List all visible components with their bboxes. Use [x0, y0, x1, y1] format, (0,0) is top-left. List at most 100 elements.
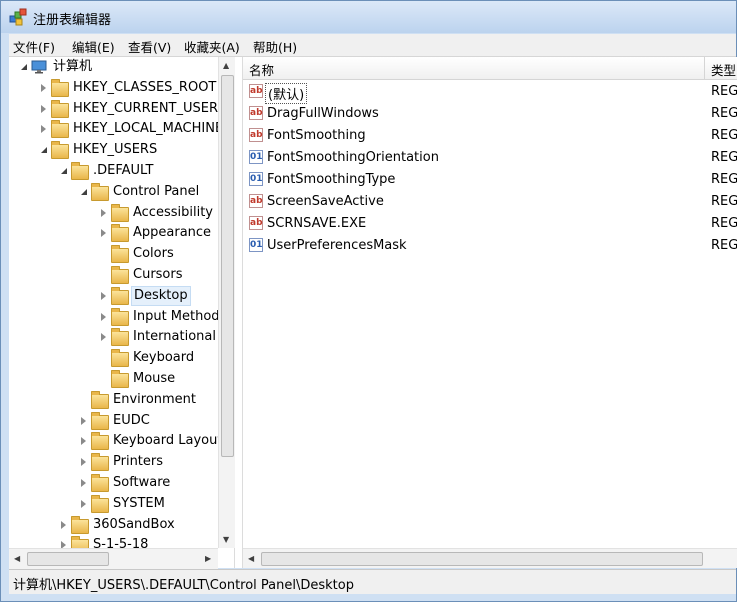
tree-hscroll-thumb[interactable]: [27, 552, 109, 566]
folder-icon: [91, 411, 109, 430]
list-item[interactable]: 01 UserPreferencesMask REG_: [243, 235, 737, 257]
tree-item[interactable]: Printers: [9, 452, 218, 472]
binary-value-icon: 01: [249, 150, 263, 164]
value-type: REG_: [711, 128, 737, 143]
tree-item[interactable]: HKEY_LOCAL_MACHINE: [9, 119, 223, 139]
computer-icon: [31, 60, 47, 74]
menu-item-0[interactable]: 文件(F): [13, 37, 55, 56]
collapse-triangle-icon[interactable]: [81, 188, 87, 195]
value-type: REG_: [711, 172, 737, 187]
tree-horizontal-scrollbar[interactable]: ◀ ▶: [9, 548, 218, 569]
title-bar[interactable]: 注册表编辑器: [1, 1, 736, 33]
menu-item-2[interactable]: 查看(V): [128, 37, 171, 56]
tree-item[interactable]: Keyboard Layout: [9, 431, 222, 451]
collapse-triangle-icon[interactable]: [61, 168, 67, 174]
string-value-icon: ab: [249, 106, 263, 120]
scroll-down-arrow-icon[interactable]: ▼: [223, 535, 229, 544]
collapse-triangle-icon[interactable]: [41, 147, 47, 154]
list-item[interactable]: ab DragFullWindows REG_: [243, 103, 737, 125]
expand-triangle-icon[interactable]: [61, 520, 66, 529]
expand-triangle-icon[interactable]: [41, 104, 46, 113]
folder-icon: [51, 99, 69, 118]
tree-vertical-scrollbar[interactable]: ▲ ▼: [218, 57, 235, 548]
tree-item-label: .DEFAULT: [93, 163, 154, 178]
folder-icon: [71, 515, 89, 534]
expand-triangle-icon[interactable]: [81, 479, 86, 487]
folder-icon: [111, 203, 129, 222]
key-tree-pane[interactable]: 计算机 HKEY_CLASSES_ROOT HKEY_CURRENT_USER HKE…: [9, 57, 235, 568]
value-type: REG_: [711, 238, 737, 253]
list-item[interactable]: ab FontSmoothing REG_: [243, 125, 737, 147]
folder-icon: [91, 474, 109, 492]
expand-triangle-icon[interactable]: [101, 312, 106, 321]
tree-item[interactable]: SYSTEM: [9, 494, 218, 514]
tree-item[interactable]: Input Method: [9, 307, 220, 327]
tree-item-label: 计算机: [53, 59, 93, 74]
tree-item[interactable]: Keyboard: [9, 348, 218, 368]
expand-triangle-icon[interactable]: [101, 333, 106, 342]
tree-item[interactable]: Environment: [9, 390, 218, 410]
tree-item[interactable]: 360SandBox: [9, 515, 218, 535]
expand-triangle-icon[interactable]: [81, 437, 86, 446]
expand-triangle-icon[interactable]: [81, 499, 86, 508]
tree-item[interactable]: Desktop: [9, 285, 218, 306]
tree-item[interactable]: Mouse: [9, 369, 218, 389]
tree-scroll-thumb[interactable]: [221, 75, 234, 457]
value-name: (默认): [265, 83, 308, 104]
expand-triangle-icon[interactable]: [81, 416, 86, 425]
folder-icon: [51, 78, 69, 97]
expand-triangle-icon[interactable]: [41, 83, 46, 92]
scroll-left-arrow-icon[interactable]: ◀: [14, 554, 20, 563]
menu-item-3[interactable]: 收藏夹(A): [184, 37, 240, 56]
column-header-type[interactable]: 类型: [711, 60, 736, 79]
tree-item[interactable]: .DEFAULT: [9, 161, 218, 181]
status-path: 计算机\HKEY_USERS\.DEFAULT\Control Panel\De…: [13, 578, 354, 593]
tree-item[interactable]: Software: [9, 473, 218, 493]
tree-item-label: Printers: [113, 454, 164, 470]
value-name: FontSmoothingOrientation: [267, 150, 439, 165]
expand-triangle-icon[interactable]: [41, 125, 46, 134]
tree-item-label: Cursors: [133, 267, 183, 282]
column-separator[interactable]: [704, 57, 705, 79]
menu-bar: 文件(F) 编辑(E) 查看(V) 收藏夹(A) 帮助(H): [9, 34, 736, 57]
list-item[interactable]: 01 FontSmoothingType REG_: [243, 169, 737, 191]
tree-item[interactable]: Cursors: [9, 265, 218, 285]
tree-item[interactable]: HKEY_CURRENT_USER: [9, 99, 218, 119]
expand-triangle-icon[interactable]: [81, 458, 86, 467]
tree-item[interactable]: International: [9, 327, 218, 347]
menu-item-4[interactable]: 帮助(H): [253, 37, 297, 56]
expand-triangle-icon[interactable]: [101, 208, 106, 217]
column-header-name[interactable]: 名称: [249, 60, 274, 79]
list-hscroll-thumb[interactable]: [261, 552, 703, 566]
list-item[interactable]: ab(默认) REG_: [243, 81, 737, 104]
tree-item[interactable]: HKEY_CLASSES_ROOT: [9, 78, 218, 98]
expand-triangle-icon[interactable]: [101, 291, 106, 300]
value-type: REG_: [711, 84, 737, 99]
scroll-left-arrow-icon[interactable]: ◀: [248, 554, 254, 563]
expand-triangle-icon[interactable]: [101, 229, 106, 238]
folder-icon: [111, 266, 129, 284]
tree-item[interactable]: 计算机: [9, 57, 218, 77]
scroll-up-arrow-icon[interactable]: ▲: [223, 61, 229, 70]
tree-item-label: SYSTEM: [113, 495, 165, 511]
scroll-right-arrow-icon[interactable]: ▶: [205, 554, 211, 563]
tree-item-label: Keyboard: [133, 350, 195, 366]
tree-item-label: EUDC: [113, 412, 150, 428]
tree-item[interactable]: Colors: [9, 244, 218, 264]
values-list-pane[interactable]: 名称 类型 ab(默认)REG_abDragFullWindowsREG_abF…: [242, 57, 737, 568]
tree-item[interactable]: Control Panel: [9, 182, 218, 202]
list-item[interactable]: 01 FontSmoothingOrientation REG_: [243, 147, 737, 169]
list-item[interactable]: ab SCRNSAVE.EXE REG_: [243, 213, 737, 235]
tree-item[interactable]: EUDC: [9, 411, 218, 431]
tree-item[interactable]: Accessibility: [9, 203, 218, 223]
tree-item-label: Environment: [113, 391, 197, 407]
list-item[interactable]: ab ScreenSaveActive REG_: [243, 191, 737, 213]
value-type: REG_: [711, 106, 737, 121]
menu-item-1[interactable]: 编辑(E): [72, 37, 115, 56]
collapse-triangle-icon[interactable]: [21, 64, 27, 70]
tree-item[interactable]: HKEY_USERS: [9, 140, 218, 160]
tree-item-label: Input Method: [133, 308, 220, 324]
tree-item-label: Colors: [133, 246, 174, 262]
list-horizontal-scrollbar[interactable]: ◀: [243, 548, 737, 568]
tree-item[interactable]: Appearance: [9, 223, 218, 243]
